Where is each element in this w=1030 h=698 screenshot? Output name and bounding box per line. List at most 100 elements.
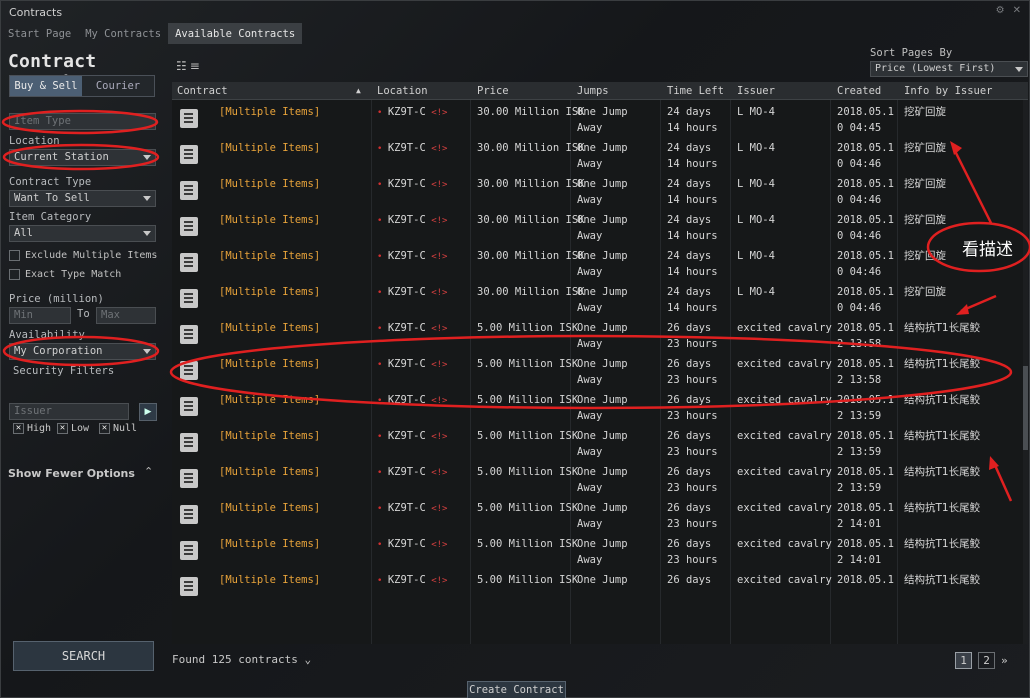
table-row[interactable]: [Multiple Items] • KZ9T-C <!> 5.00 Million… — [172, 568, 1028, 604]
row-issuer[interactable]: excited cavalry — [737, 356, 832, 372]
table-row[interactable]: [Multiple Items] • KZ9T-C <!> 30.00 Millio… — [172, 208, 1028, 244]
courier-button[interactable]: Courier — [82, 76, 154, 96]
contract-name[interactable]: [Multiple Items] — [219, 356, 320, 372]
col-time-left[interactable]: Time Left — [667, 85, 724, 97]
table-row[interactable]: [Multiple Items] • KZ9T-C <!> 5.00 Million… — [172, 460, 1028, 496]
row-issuer[interactable]: excited cavalry — [737, 500, 832, 516]
row-issuer[interactable]: excited cavalry — [737, 392, 832, 408]
exact-type-checkbox[interactable]: Exact Type Match — [9, 269, 121, 280]
contract-name[interactable]: [Multiple Items] — [219, 464, 320, 480]
contract-name[interactable]: [Multiple Items] — [219, 176, 320, 192]
contract-name[interactable]: [Multiple Items] — [219, 536, 320, 552]
item-category-select[interactable]: All — [9, 225, 156, 242]
row-price: 5.00 Million ISK — [477, 322, 579, 334]
row-issuer[interactable]: excited cavalry — [737, 536, 832, 552]
page-2-button[interactable]: 2 — [978, 652, 995, 669]
location-name[interactable]: KZ9T-C — [388, 106, 426, 118]
sort-select[interactable]: Price (Lowest First) — [870, 61, 1028, 77]
show-fewer-options-link[interactable]: Show Fewer Options — [8, 467, 135, 480]
scrollbar[interactable] — [1023, 100, 1028, 644]
location-name[interactable]: KZ9T-C — [388, 538, 426, 550]
location-name[interactable]: KZ9T-C — [388, 394, 426, 406]
table-row[interactable]: [Multiple Items] • KZ9T-C <!> 5.00 Million… — [172, 496, 1028, 532]
location-name[interactable]: KZ9T-C — [388, 466, 426, 478]
table-row[interactable]: [Multiple Items] • KZ9T-C <!> 5.00 Million… — [172, 388, 1028, 424]
high-sec-checkbox[interactable]: ✕ High — [13, 423, 51, 434]
contract-name[interactable]: [Multiple Items] — [219, 572, 320, 588]
close-icon[interactable]: ✕ — [1013, 5, 1021, 16]
table-row[interactable]: [Multiple Items] • KZ9T-C <!> 5.00 Million… — [172, 532, 1028, 568]
location-name[interactable]: KZ9T-C — [388, 214, 426, 226]
col-location[interactable]: Location — [377, 85, 428, 97]
row-issuer[interactable]: excited cavalry — [737, 428, 832, 444]
contract-name[interactable]: [Multiple Items] — [219, 428, 320, 444]
row-issuer[interactable]: L MO-4 — [737, 104, 775, 120]
location-name[interactable]: KZ9T-C — [388, 286, 426, 298]
tab-my-contracts[interactable]: My Contracts — [78, 23, 168, 44]
contract-name[interactable]: [Multiple Items] — [219, 140, 320, 156]
contract-name[interactable]: [Multiple Items] — [219, 500, 320, 516]
chevron-up-double-icon[interactable]: ⌃ — [144, 465, 153, 478]
item-type-input[interactable]: Item Type — [9, 113, 156, 130]
availability-select[interactable]: My Corporation — [9, 343, 156, 360]
row-issuer[interactable]: excited cavalry — [737, 464, 832, 480]
create-contract-button[interactable]: Create Contract — [467, 681, 566, 698]
col-price[interactable]: Price — [477, 85, 509, 97]
issuer-input[interactable]: Issuer — [9, 403, 129, 420]
null-sec-checkbox[interactable]: ✕ Null — [99, 423, 137, 434]
search-button[interactable]: SEARCH — [13, 641, 154, 671]
col-info-by-issuer[interactable]: Info by Issuer — [904, 85, 993, 97]
location-name[interactable]: KZ9T-C — [388, 358, 426, 370]
table-row[interactable]: [Multiple Items] • KZ9T-C <!> 30.00 Millio… — [172, 100, 1028, 136]
tab-start-page[interactable]: Start Page — [1, 23, 78, 44]
location-name[interactable]: KZ9T-C — [388, 574, 426, 586]
col-created[interactable]: Created — [837, 85, 881, 97]
location-name[interactable]: KZ9T-C — [388, 430, 426, 442]
contract-type-select[interactable]: Want To Sell — [9, 190, 156, 207]
location-name[interactable]: KZ9T-C — [388, 178, 426, 190]
table-row[interactable]: [Multiple Items] • KZ9T-C <!> 5.00 Million… — [172, 424, 1028, 460]
location-name[interactable]: KZ9T-C — [388, 250, 426, 262]
list-view-icon[interactable]: ≡ — [190, 59, 203, 73]
sort-up-icon[interactable]: ▲ — [356, 86, 361, 95]
scrollbar-thumb[interactable] — [1023, 366, 1028, 450]
tab-available-contracts[interactable]: Available Contracts — [168, 23, 303, 44]
row-issuer[interactable]: L MO-4 — [737, 284, 775, 300]
location-name[interactable]: KZ9T-C — [388, 502, 426, 514]
col-jumps[interactable]: Jumps — [577, 85, 609, 97]
price-max-input[interactable]: Max — [96, 307, 156, 324]
contract-name[interactable]: [Multiple Items] — [219, 320, 320, 336]
row-issuer[interactable]: L MO-4 — [737, 248, 775, 264]
low-sec-checkbox[interactable]: ✕ Low — [57, 423, 89, 434]
chevron-down-double-icon[interactable]: ⌄ — [304, 653, 311, 666]
location-select[interactable]: Current Station — [9, 149, 156, 166]
contract-name[interactable]: [Multiple Items] — [219, 212, 320, 228]
table-row[interactable]: [Multiple Items] • KZ9T-C <!> 30.00 Millio… — [172, 172, 1028, 208]
details-view-icon[interactable]: ☷ — [176, 59, 190, 73]
exclude-multiple-checkbox[interactable]: Exclude Multiple Items — [9, 250, 157, 261]
contract-name[interactable]: [Multiple Items] — [219, 248, 320, 264]
contract-name[interactable]: [Multiple Items] — [219, 104, 320, 120]
location-name[interactable]: KZ9T-C — [388, 322, 426, 334]
col-contract[interactable]: Contract — [177, 85, 228, 97]
row-issuer[interactable]: L MO-4 — [737, 212, 775, 228]
settings-icon[interactable]: ⚙ — [996, 5, 1005, 16]
table-row[interactable]: [Multiple Items] • KZ9T-C <!> 30.00 Millio… — [172, 280, 1028, 316]
row-issuer[interactable]: L MO-4 — [737, 140, 775, 156]
table-row[interactable]: [Multiple Items] • KZ9T-C <!> 5.00 Million… — [172, 316, 1028, 352]
page-1-button[interactable]: 1 — [955, 652, 972, 669]
contract-name[interactable]: [Multiple Items] — [219, 284, 320, 300]
location-name[interactable]: KZ9T-C — [388, 142, 426, 154]
buy-sell-button[interactable]: Buy & Sell — [10, 76, 82, 96]
next-page-icon[interactable]: » — [1001, 654, 1008, 667]
col-issuer[interactable]: Issuer — [737, 85, 775, 97]
table-row[interactable]: [Multiple Items] • KZ9T-C <!> 30.00 Millio… — [172, 136, 1028, 172]
play-icon[interactable]: ▶ — [139, 403, 157, 421]
row-issuer[interactable]: excited cavalry — [737, 320, 832, 336]
row-issuer[interactable]: excited cavalry — [737, 572, 832, 588]
price-min-input[interactable]: Min — [9, 307, 71, 324]
row-issuer[interactable]: L MO-4 — [737, 176, 775, 192]
table-row[interactable]: [Multiple Items] • KZ9T-C <!> 5.00 Million… — [172, 352, 1028, 388]
contract-name[interactable]: [Multiple Items] — [219, 392, 320, 408]
table-row[interactable]: [Multiple Items] • KZ9T-C <!> 30.00 Millio… — [172, 244, 1028, 280]
